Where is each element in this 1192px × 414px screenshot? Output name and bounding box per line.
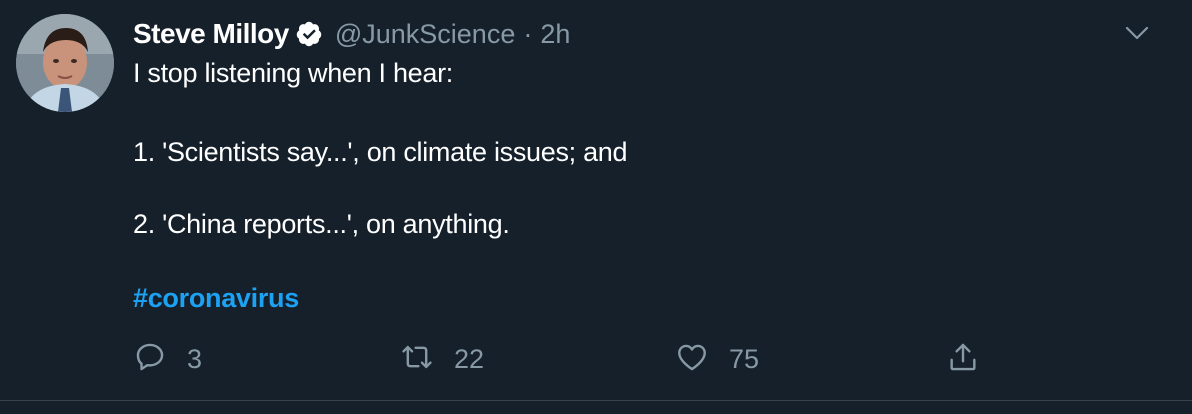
- author-name[interactable]: Steve Milloy: [133, 18, 289, 50]
- avatar[interactable]: [16, 14, 114, 112]
- tweet-text-line-3: 2. 'China reports...', on anything.: [133, 209, 510, 239]
- tweet-timestamp[interactable]: 2h: [540, 19, 570, 50]
- hashtag-link[interactable]: #coronavirus: [133, 283, 299, 314]
- retweet-count: 22: [454, 344, 485, 374]
- tweet-card[interactable]: Steve Milloy @JunkScience · 2h I stop li…: [0, 0, 1192, 414]
- divider: [0, 400, 1192, 401]
- share-icon: [946, 340, 980, 379]
- tweet-text-line-2: 1. 'Scientists say...', on climate issue…: [133, 137, 628, 167]
- retweet-button[interactable]: 22: [400, 340, 484, 379]
- share-button[interactable]: [946, 340, 980, 379]
- verified-badge-icon: [295, 20, 323, 48]
- chevron-down-icon[interactable]: [1123, 19, 1151, 47]
- reply-button[interactable]: 3: [133, 340, 202, 379]
- reply-icon: [133, 340, 167, 379]
- like-count: 75: [729, 344, 760, 374]
- retweet-icon: [400, 340, 434, 379]
- tweet-text-line-1: I stop listening when I hear:: [133, 58, 453, 88]
- like-button[interactable]: 75: [675, 340, 759, 379]
- tweet-header: Steve Milloy @JunkScience · 2h: [133, 14, 570, 54]
- header-separator: ·: [523, 18, 533, 49]
- author-handle[interactable]: @JunkScience: [335, 19, 516, 50]
- tweet-actions: 3 22 75: [0, 340, 1192, 380]
- reply-count: 3: [187, 344, 203, 374]
- like-icon: [675, 340, 709, 379]
